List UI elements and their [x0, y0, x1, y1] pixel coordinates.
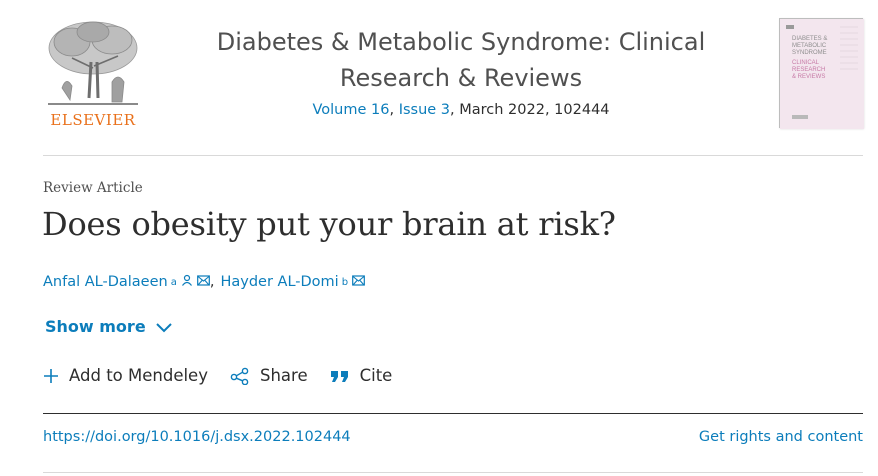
article-title: Does obesity put your brain at risk?	[42, 205, 616, 243]
cite-label: Cite	[359, 366, 393, 385]
affiliation-marker[interactable]: b	[342, 277, 348, 288]
elsevier-wordmark: ELSEVIER	[50, 111, 136, 129]
svg-text:& REVIEWS: & REVIEWS	[792, 74, 825, 80]
article-type: Review Article	[43, 180, 143, 196]
share-icon	[230, 367, 249, 385]
svg-text:RESEARCH: RESEARCH	[792, 67, 825, 73]
cover-art: DIABETES & METABOLIC SYNDROME CLINICAL R…	[780, 19, 864, 129]
person-icon[interactable]	[181, 274, 193, 290]
journal-title-line1[interactable]: Diabetes & Metabolic Syndrome: Clinical	[160, 24, 762, 60]
article-toolbar: Add to Mendeley Share Cite	[43, 366, 414, 385]
mail-icon[interactable]	[352, 274, 365, 290]
add-to-mendeley-label: Add to Mendeley	[69, 366, 208, 385]
elsevier-logo[interactable]: ELSEVIER	[42, 18, 144, 130]
journal-header: Diabetes & Metabolic Syndrome: Clinical …	[160, 24, 762, 118]
chevron-down-icon	[155, 322, 172, 332]
issue-link[interactable]: Issue 3	[399, 102, 450, 118]
mail-icon[interactable]	[196, 274, 210, 290]
affiliation-marker[interactable]: a	[171, 277, 177, 288]
author-list: Anfal AL-Dalaeen a , Hayder AL-Domi b	[43, 274, 365, 290]
quote-icon	[330, 370, 348, 382]
journal-meta: Volume 16, Issue 3, March 2022, 102444	[312, 102, 610, 118]
cite-button[interactable]: Cite	[330, 366, 393, 385]
share-label: Share	[259, 366, 308, 385]
author-name[interactable]: Anfal AL-Dalaeen	[43, 274, 168, 290]
svg-text:METABOLIC: METABOLIC	[792, 43, 827, 49]
tree-icon	[48, 21, 138, 105]
show-more-button[interactable]: Show more	[45, 317, 173, 336]
svg-text:DIABETES &: DIABETES &	[792, 36, 827, 42]
toolbar-divider	[43, 413, 863, 414]
add-to-mendeley-button[interactable]: Add to Mendeley	[43, 366, 208, 385]
show-more-label: Show more	[45, 317, 146, 336]
date-article-number: , March 2022, 102444	[450, 102, 610, 118]
plus-icon	[44, 368, 58, 383]
svg-text:SYNDROME: SYNDROME	[792, 50, 827, 56]
svg-text:CLINICAL: CLINICAL	[792, 60, 820, 66]
doi-link[interactable]: https://doi.org/10.1016/j.dsx.2022.10244…	[43, 429, 351, 445]
header-divider	[43, 155, 863, 156]
share-button[interactable]: Share	[230, 366, 308, 385]
rights-link[interactable]: Get rights and content	[699, 429, 863, 445]
journal-cover-image[interactable]: DIABETES & METABOLIC SYNDROME CLINICAL R…	[779, 18, 864, 129]
author-separator: ,	[209, 274, 215, 290]
footer-divider	[43, 472, 863, 473]
author-name[interactable]: Hayder AL-Domi	[220, 274, 338, 290]
journal-title-line2[interactable]: Research & Reviews	[160, 60, 762, 96]
volume-link[interactable]: Volume 16	[312, 102, 389, 118]
